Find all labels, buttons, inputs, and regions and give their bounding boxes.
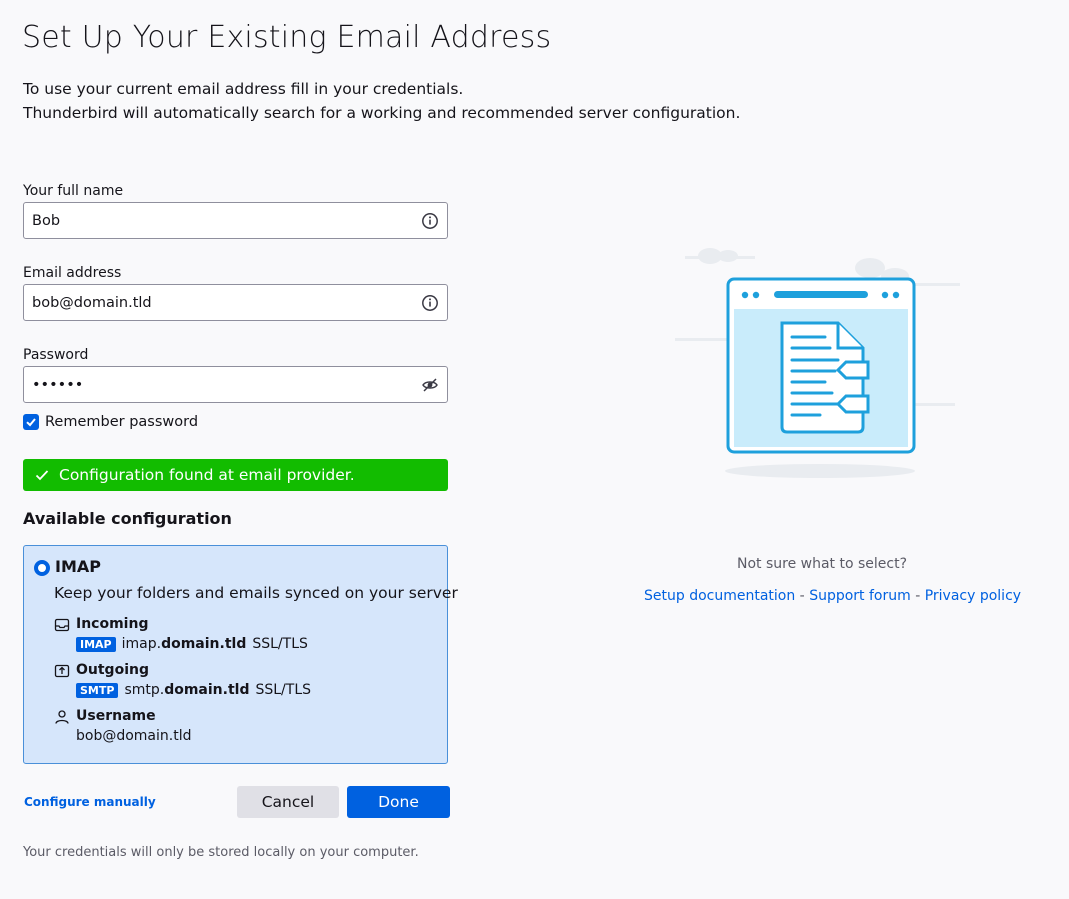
outgoing-host-prefix: smtp. [124,682,165,698]
outgoing-title: Outgoing [76,662,149,678]
privacy-policy-link[interactable]: Privacy policy [925,588,1021,604]
name-label: Your full name [23,183,124,199]
intro-text: To use your current email address fill i… [23,77,740,125]
incoming-host-domain: domain.tld [161,636,247,652]
info-icon[interactable] [421,212,439,230]
done-button[interactable]: Done [347,786,450,818]
help-question: Not sure what to select? [736,556,908,572]
available-configuration-heading: Available configuration [23,509,232,528]
status-message: Configuration found at email provider. [59,466,355,484]
name-input[interactable] [32,203,412,238]
intro-line-1: To use your current email address fill i… [23,80,464,98]
user-icon [55,710,69,724]
username-value: bob@domain.tld [76,728,192,744]
outgoing-host-domain: domain.tld [164,682,250,698]
protocol-name: IMAP [55,557,101,576]
imap-badge: IMAP [76,636,116,652]
name-field-box [23,202,448,239]
incoming-title: Incoming [76,616,149,632]
incoming-host-line: IMAP imap. domain.tld SSL/TLS [76,636,308,652]
eye-slash-icon[interactable] [421,376,439,394]
incoming-security: SSL/TLS [252,636,308,652]
password-input[interactable] [32,367,412,402]
email-input[interactable] [32,285,412,320]
intro-line-2: Thunderbird will automatically search fo… [23,104,741,122]
remember-password-label[interactable]: Remember password [45,414,198,430]
remember-password-row[interactable]: Remember password [23,413,448,431]
password-label: Password [23,347,89,363]
email-label: Email address [23,265,122,281]
info-icon[interactable] [421,294,439,312]
support-forum-link[interactable]: Support forum [809,588,911,604]
outgoing-security: SSL/TLS [255,682,312,698]
document-illustration [675,248,960,478]
configure-manually-link[interactable]: Configure manually [24,795,156,809]
outgoing-host-line: SMTP smtp. domain.tld SSL/TLS [76,682,311,698]
inbox-icon [54,618,70,632]
setup-documentation-link[interactable]: Setup documentation [644,588,795,604]
email-field-box [23,284,448,321]
checkmark-icon [26,418,36,427]
incoming-host-prefix: imap. [121,636,162,652]
account-form: Your full name Email address Password [23,180,448,431]
checkmark-icon [35,470,49,481]
remember-password-checkbox[interactable] [23,414,39,430]
outbox-icon [54,664,70,678]
status-banner: Configuration found at email provider. [23,459,448,491]
link-separator: - [795,588,810,604]
imap-config-option[interactable]: IMAP Keep your folders and emails synced… [23,545,458,764]
credentials-footnote: Your credentials will only be stored loc… [23,845,419,860]
password-field-box [23,366,448,403]
smtp-badge: SMTP [76,682,119,698]
protocol-description: Keep your folders and emails synced on y… [54,584,458,602]
help-links: Setup documentation - Support forum - Pr… [644,588,1021,604]
cancel-button[interactable]: Cancel [237,786,339,818]
imap-radio[interactable] [34,560,50,576]
username-title: Username [76,708,156,724]
link-separator: - [910,588,925,604]
page-title: Set Up Your Existing Email Address [22,20,552,55]
